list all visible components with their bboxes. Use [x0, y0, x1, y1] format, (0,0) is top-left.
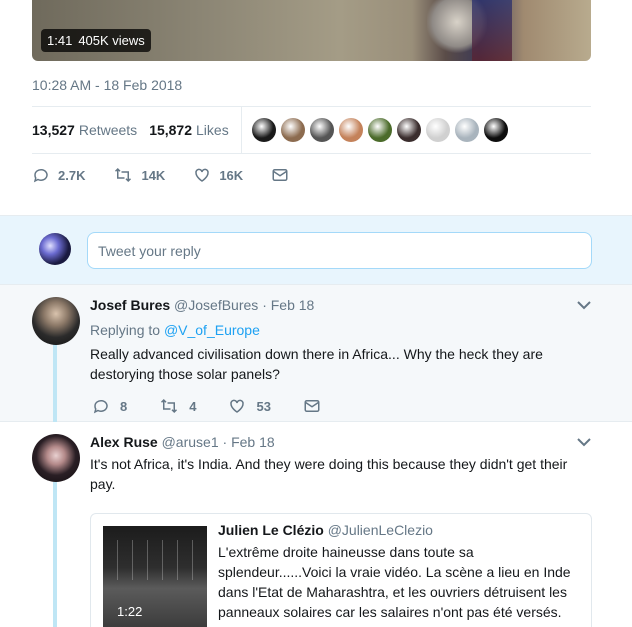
quoted-tweet-header: Julien Le Clézio @JulienLeClezio [218, 522, 433, 538]
liker-avatar[interactable] [454, 118, 479, 142]
thread-line [53, 343, 57, 422]
avatar[interactable] [32, 434, 80, 482]
video-duration: 1:41 [47, 33, 73, 48]
replying-to: Replying to @V_of_Europe [90, 322, 260, 338]
stats-divider [240, 107, 242, 153]
likes-stat[interactable]: 15,872 Likes [149, 122, 229, 138]
display-name[interactable]: Josef Bures [90, 297, 170, 313]
video-views: 405K views [78, 33, 145, 48]
heart-icon [195, 168, 210, 182]
liker-avatar[interactable] [251, 118, 276, 142]
quoted-handle: @JulienLeClezio [327, 522, 433, 538]
reply-icon [93, 399, 108, 414]
tweet-header: Alex Ruse @aruse1 · Feb 18 [90, 434, 275, 450]
video-frame-detail [472, 0, 512, 61]
reply-action[interactable]: 8 [92, 397, 127, 415]
quoted-tweet[interactable]: 1:22 Julien Le Clézio @JulienLeClezio L'… [90, 513, 592, 627]
chevron-down-icon[interactable] [577, 436, 591, 448]
tweet-date[interactable]: · Feb 18 [262, 297, 314, 313]
tweet-actions: 8 4 53 [92, 397, 363, 415]
mention-link[interactable]: @V_of_Europe [164, 322, 260, 338]
liker-avatar[interactable] [425, 118, 450, 142]
tweet-header: Josef Bures @JosefBures · Feb 18 [90, 297, 314, 313]
reply-composer: Tweet your reply [0, 215, 632, 285]
quoted-video-thumbnail[interactable]: 1:22 [103, 526, 207, 627]
dm-action[interactable] [303, 397, 331, 415]
like-action[interactable]: 53 [228, 397, 271, 415]
quoted-tweet-text: L'extrême droite haineusse dans toute sa… [218, 544, 571, 620]
liker-avatars [251, 118, 508, 142]
liker-avatar[interactable] [280, 118, 305, 142]
divider [32, 153, 591, 154]
retweet-icon [161, 398, 178, 414]
retweets-count: 13,527 [32, 122, 75, 138]
tweet-stats: 13,527 Retweets 15,872 Likes [32, 107, 591, 153]
like-count: 16K [219, 167, 244, 183]
liker-avatar[interactable] [338, 118, 363, 142]
handle[interactable]: @JosefBures [174, 297, 258, 313]
liker-avatar[interactable] [367, 118, 392, 142]
retweets-label: Retweets [78, 122, 138, 138]
tweet-text: Really advanced civilisation down there … [90, 346, 543, 382]
heart-icon [230, 399, 245, 413]
display-name[interactable]: Alex Ruse [90, 434, 158, 450]
likes-label: Likes [196, 122, 229, 138]
dm-action[interactable] [271, 166, 297, 184]
reply-tweet[interactable]: Alex Ruse @aruse1 · Feb 18 It's not Afri… [0, 422, 632, 627]
retweet-count: 14K [141, 167, 166, 183]
liker-avatar[interactable] [309, 118, 334, 142]
tweet-text: It's not Africa, it's India. And they we… [90, 456, 568, 492]
liker-avatar[interactable] [483, 118, 508, 142]
reply-action[interactable]: 2.7K [32, 166, 85, 184]
user-avatar[interactable] [39, 233, 71, 265]
quoted-display-name: Julien Le Clézio [218, 522, 324, 538]
tweet-actions: 2.7K 14K 16K [32, 166, 325, 184]
video-player[interactable]: 1:41 405K views [32, 0, 591, 61]
envelope-icon [272, 169, 288, 181]
envelope-icon [304, 400, 320, 412]
like-count: 53 [256, 398, 271, 414]
quoted-video-duration: 1:22 [117, 604, 143, 619]
video-frame-detail [103, 540, 207, 580]
tweet-date[interactable]: · Feb 18 [223, 434, 275, 450]
chevron-down-icon[interactable] [577, 299, 591, 311]
reply-icon [33, 168, 48, 183]
reply-tweet[interactable]: Josef Bures @JosefBures · Feb 18 Replyin… [0, 285, 632, 422]
reply-count: 2.7K [58, 167, 86, 183]
like-action[interactable]: 16K [193, 166, 243, 184]
reply-input[interactable]: Tweet your reply [87, 232, 592, 269]
liker-avatar[interactable] [396, 118, 421, 142]
retweets-stat[interactable]: 13,527 Retweets [32, 122, 137, 138]
avatar[interactable] [32, 297, 80, 345]
retweet-action[interactable]: 14K [113, 166, 165, 184]
thread-line [53, 482, 57, 627]
retweet-icon [115, 167, 132, 183]
video-badge: 1:41 405K views [41, 29, 151, 52]
tweet-timestamp[interactable]: 10:28 AM - 18 Feb 2018 [32, 77, 182, 93]
likes-count: 15,872 [149, 122, 193, 138]
retweet-count: 4 [189, 398, 197, 414]
replying-prefix: Replying to [90, 322, 161, 338]
retweet-action[interactable]: 4 [159, 397, 196, 415]
reply-count: 8 [120, 398, 128, 414]
handle[interactable]: @aruse1 [162, 434, 219, 450]
